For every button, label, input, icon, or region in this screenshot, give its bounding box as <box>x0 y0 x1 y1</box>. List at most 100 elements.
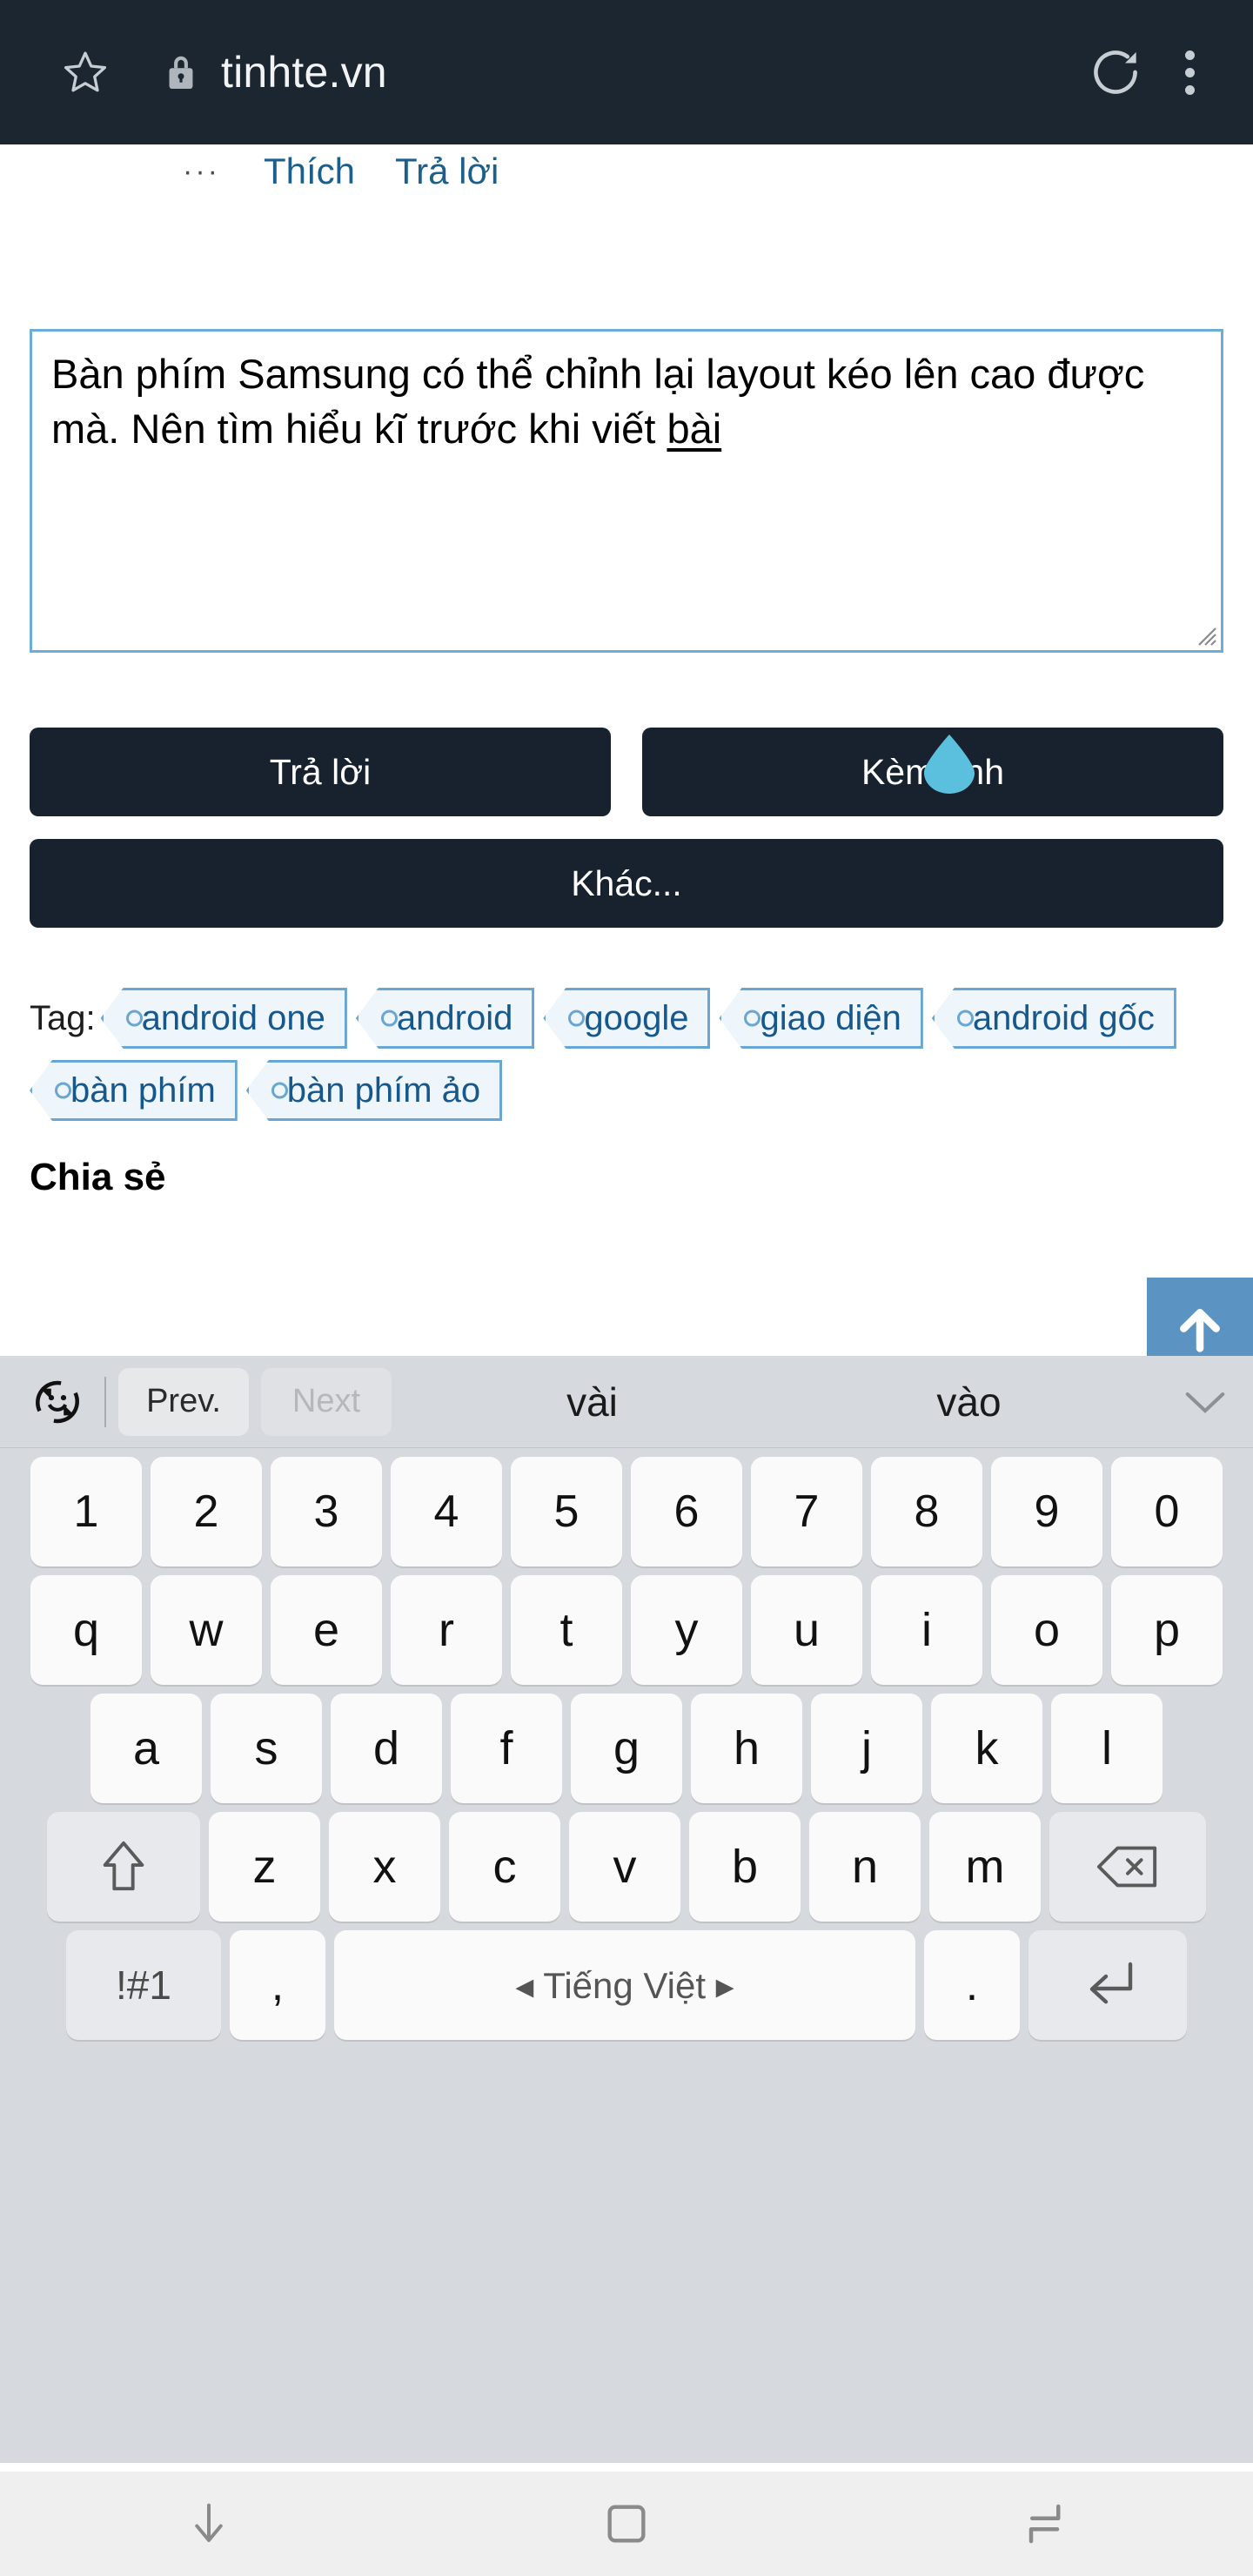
text-cursor-handle[interactable] <box>922 733 976 794</box>
keyboard-rows: 1 2 3 4 5 6 7 8 9 0 q w e r t y u i o p … <box>0 1448 1253 2040</box>
shift-key[interactable] <box>47 1812 200 1922</box>
comma-key[interactable]: , <box>230 1930 325 2040</box>
key-d[interactable]: d <box>331 1694 442 1803</box>
key-g[interactable]: g <box>571 1694 682 1803</box>
tag-chip[interactable]: bàn phím ảo <box>245 1060 503 1121</box>
composer-text: Bàn phím Samsung có thể chỉnh lại layout… <box>51 347 1202 456</box>
key-p[interactable]: p <box>1111 1575 1223 1685</box>
textarea-resize-grip[interactable] <box>1194 623 1216 646</box>
reply-link[interactable]: Trả lời <box>395 151 499 192</box>
composer-button-row: Trả lời Kèm ảnh <box>0 728 1253 816</box>
suggestion-word[interactable]: vào <box>781 1379 1157 1426</box>
key-b[interactable]: b <box>689 1812 801 1922</box>
nav-recents-button[interactable] <box>835 2498 1253 2550</box>
more-options-button[interactable]: Khác... <box>30 839 1223 928</box>
menu-dot <box>1184 84 1195 95</box>
key-m[interactable]: m <box>929 1812 1041 1922</box>
suggestion-bar: Prev. Next vài vào <box>0 1356 1253 1448</box>
keyboard-row-zxcv: z x c v b n m <box>7 1812 1246 1922</box>
key-n[interactable]: n <box>809 1812 921 1922</box>
key-c[interactable]: c <box>449 1812 560 1922</box>
key-a[interactable]: a <box>90 1694 202 1803</box>
overflow-menu-icon[interactable] <box>1150 33 1229 111</box>
key-k[interactable]: k <box>931 1694 1042 1803</box>
composer-wrapper: Bàn phím Samsung có thể chỉnh lại layout… <box>0 329 1253 653</box>
tag-label: Tag: <box>30 999 96 1037</box>
composer-text-underlined: bài <box>667 405 722 452</box>
reply-button[interactable]: Trả lời <box>30 728 611 816</box>
key-2[interactable]: 2 <box>151 1457 262 1566</box>
key-q[interactable]: q <box>30 1575 142 1685</box>
keyboard-row-bottom: !#1 , ◂ Tiếng Việt ▸ . <box>7 1930 1246 2040</box>
url-text[interactable]: tinhte.vn <box>221 47 387 97</box>
home-square-icon <box>607 2505 646 2543</box>
composer-text-plain: Bàn phím Samsung có thể chỉnh lại layout… <box>51 351 1156 452</box>
suggestion-words: vài vào <box>404 1379 1157 1426</box>
enter-key[interactable] <box>1029 1930 1187 2040</box>
menu-dot <box>1184 50 1195 60</box>
symbols-key[interactable]: !#1 <box>66 1930 221 2040</box>
phone-screen: tinhte.vn ··· Thích Trả lời Bàn phím Sam… <box>0 0 1253 2576</box>
tag-chip[interactable]: giao diện <box>719 988 923 1049</box>
key-7[interactable]: 7 <box>751 1457 862 1566</box>
key-t[interactable]: t <box>511 1575 622 1685</box>
lock-icon <box>164 51 198 93</box>
key-4[interactable]: 4 <box>391 1457 502 1566</box>
tag-chip[interactable]: android <box>355 988 535 1049</box>
post-action-row: ··· Thích Trả lời <box>0 144 1253 198</box>
key-9[interactable]: 9 <box>991 1457 1102 1566</box>
browser-toolbar: tinhte.vn <box>0 0 1253 144</box>
key-x[interactable]: x <box>329 1812 440 1922</box>
period-key[interactable]: . <box>924 1930 1020 2040</box>
like-link[interactable]: Thích <box>264 151 355 192</box>
key-r[interactable]: r <box>391 1575 502 1685</box>
keyboard-row-qwerty: q w e r t y u i o p <box>7 1575 1246 1685</box>
key-z[interactable]: z <box>209 1812 320 1922</box>
scroll-to-top-button[interactable] <box>1147 1278 1253 1356</box>
tag-chip[interactable]: google <box>543 988 711 1049</box>
key-8[interactable]: 8 <box>871 1457 982 1566</box>
nav-back-hide-keyboard-button[interactable] <box>0 2498 418 2550</box>
reload-icon[interactable] <box>1081 37 1150 107</box>
webpage-content: ··· Thích Trả lời Bàn phím Samsung có th… <box>0 144 1253 1356</box>
key-u[interactable]: u <box>751 1575 862 1685</box>
prev-suggestion-button[interactable]: Prev. <box>118 1367 249 1436</box>
key-h[interactable]: h <box>691 1694 802 1803</box>
key-0[interactable]: 0 <box>1111 1457 1223 1566</box>
reply-textarea[interactable]: Bàn phím Samsung có thể chỉnh lại layout… <box>30 329 1223 653</box>
key-6[interactable]: 6 <box>631 1457 742 1566</box>
key-1[interactable]: 1 <box>30 1457 142 1566</box>
tag-chip[interactable]: android gốc <box>931 988 1176 1049</box>
key-l[interactable]: l <box>1051 1694 1163 1803</box>
key-5[interactable]: 5 <box>511 1457 622 1566</box>
keyboard-row-numbers: 1 2 3 4 5 6 7 8 9 0 <box>7 1457 1246 1566</box>
arrow-up-icon <box>1180 1308 1220 1352</box>
key-o[interactable]: o <box>991 1575 1102 1685</box>
keyboard-hide-down-arrow-icon <box>195 2503 223 2543</box>
key-s[interactable]: s <box>211 1694 322 1803</box>
emoji-rotate-icon[interactable] <box>16 1360 99 1444</box>
key-3[interactable]: 3 <box>271 1457 382 1566</box>
tag-list: Tag: android one android google giao diệ… <box>0 987 1253 1121</box>
key-e[interactable]: e <box>271 1575 382 1685</box>
nav-home-button[interactable] <box>418 2499 835 2549</box>
virtual-keyboard: Prev. Next vài vào 1 2 3 4 5 6 7 8 9 0 q… <box>0 1356 1253 2463</box>
key-j[interactable]: j <box>811 1694 922 1803</box>
key-y[interactable]: y <box>631 1575 742 1685</box>
bookmark-star-icon[interactable] <box>59 46 111 98</box>
chevron-down-icon[interactable] <box>1157 1387 1253 1417</box>
share-heading: Chia sẻ <box>30 1156 166 1198</box>
tag-chip[interactable]: android one <box>100 988 347 1049</box>
suggestion-divider <box>104 1376 106 1427</box>
post-more-dots[interactable]: ··· <box>183 155 220 189</box>
recent-apps-icon <box>1029 2504 1061 2544</box>
key-w[interactable]: w <box>151 1575 262 1685</box>
key-f[interactable]: f <box>451 1694 562 1803</box>
tag-chip[interactable]: bàn phím <box>30 1060 238 1121</box>
key-v[interactable]: v <box>569 1812 680 1922</box>
next-suggestion-button[interactable]: Next <box>261 1367 392 1436</box>
backspace-key[interactable] <box>1049 1812 1206 1922</box>
key-i[interactable]: i <box>871 1575 982 1685</box>
space-key[interactable]: ◂ Tiếng Việt ▸ <box>334 1930 915 2040</box>
suggestion-word[interactable]: vài <box>404 1379 781 1426</box>
